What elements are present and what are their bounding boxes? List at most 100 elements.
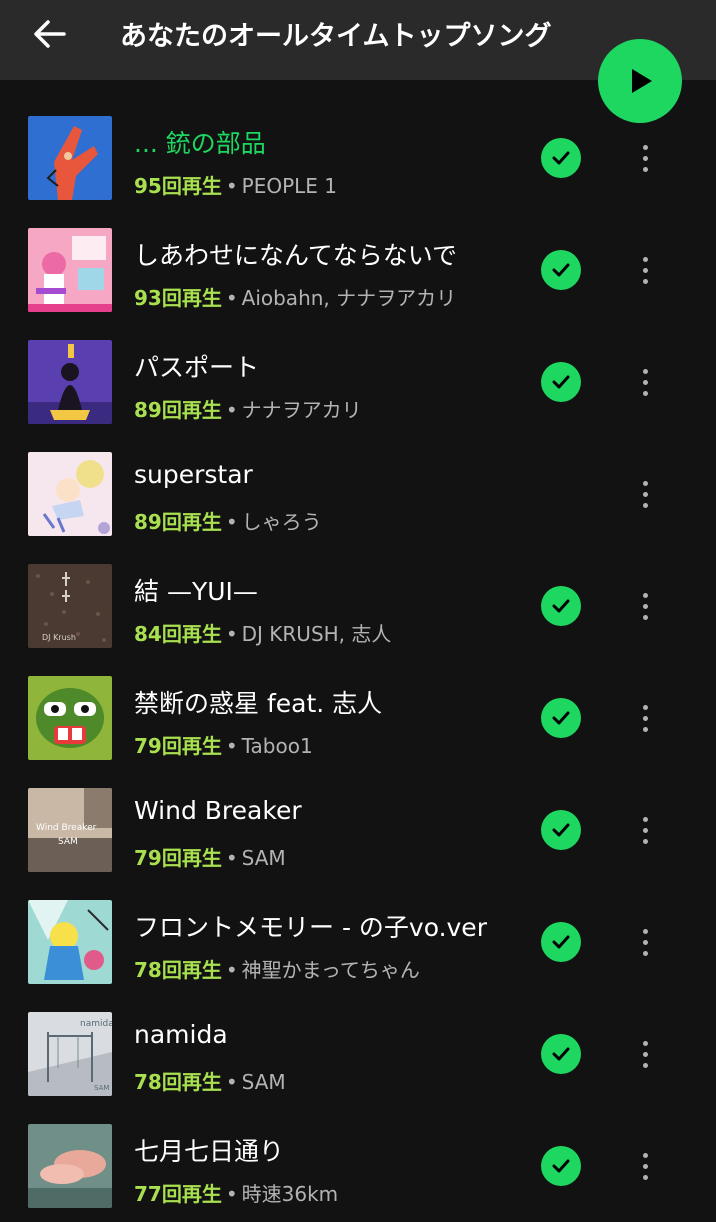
more-options-button[interactable] <box>628 138 662 178</box>
track-title: パスポート <box>134 353 260 382</box>
play-count: 79回再生 <box>134 734 222 758</box>
album-cover <box>28 1124 112 1208</box>
more-vertical-icon <box>642 368 648 374</box>
track-title: 禁断の惑星 feat. 志人 <box>134 689 383 718</box>
track-meta: 78回再生 • SAM <box>134 1066 286 1095</box>
album-cover: namida SAM <box>28 1012 112 1096</box>
more-vertical-icon <box>642 1040 648 1046</box>
track-row[interactable]: Wind Breaker SAM Wind Breaker 79回再生 • SAM <box>0 774 716 886</box>
more-vertical-icon <box>642 592 648 598</box>
check-icon <box>552 711 570 725</box>
play-count: 77回再生 <box>134 1182 222 1206</box>
more-options-button[interactable] <box>628 586 662 626</box>
play-count: 89回再生 <box>134 510 222 534</box>
track-meta: 93回再生 • Aiobahn, ナナヲアカリ <box>134 282 456 311</box>
track-meta: 95回再生 • PEOPLE 1 <box>134 170 337 199</box>
track-artist: SAM <box>241 1070 286 1094</box>
separator-dot: • <box>225 174 238 198</box>
saved-toggle-button[interactable] <box>541 922 581 962</box>
play-icon <box>632 69 652 93</box>
cover-text: Wind Breaker <box>36 823 97 833</box>
check-icon <box>552 823 570 837</box>
cover-text: SAM <box>94 1084 109 1092</box>
more-options-button[interactable] <box>628 1146 662 1186</box>
track-meta: 77回再生 • 時速36km <box>134 1178 338 1207</box>
play-count: 93回再生 <box>134 286 222 310</box>
track-meta: 79回再生 • SAM <box>134 842 286 871</box>
track-row[interactable]: DJ Krush 結 —YUI— 84回再生 • DJ KRUSH, 志人 <box>0 550 716 662</box>
check-icon <box>552 263 570 277</box>
track-title: しあわせになんてならないで <box>134 241 458 270</box>
check-icon <box>552 935 570 949</box>
track-row[interactable]: namida SAM namida 78回再生 • SAM <box>0 998 716 1110</box>
separator-dot: • <box>225 846 238 870</box>
back-button[interactable] <box>28 12 72 56</box>
album-cover <box>28 676 112 760</box>
track-title: superstar <box>134 460 253 489</box>
separator-dot: • <box>225 622 238 646</box>
track-artist: 時速36km <box>241 1182 339 1206</box>
track-meta: 89回再生 • しゃろう <box>134 506 322 535</box>
track-artist: DJ KRUSH, 志人 <box>241 622 392 646</box>
saved-toggle-button[interactable] <box>541 586 581 626</box>
separator-dot: • <box>225 734 238 758</box>
track-title: ... 銃の部品 <box>134 129 266 158</box>
check-icon <box>552 375 570 389</box>
separator-dot: • <box>225 286 238 310</box>
cover-text: DJ Krush <box>42 633 76 642</box>
track-title: フロントメモリー - の子vo.ver <box>134 913 487 942</box>
more-options-button[interactable] <box>628 698 662 738</box>
play-button[interactable] <box>598 39 682 123</box>
play-count: 89回再生 <box>134 398 222 422</box>
track-row[interactable]: パスポート 89回再生 • ナナヲアカリ <box>0 326 716 438</box>
track-row[interactable]: 七月七日通り 77回再生 • 時速36km <box>0 1110 716 1222</box>
play-count: 78回再生 <box>134 958 222 982</box>
saved-toggle-button[interactable] <box>541 810 581 850</box>
more-options-button[interactable] <box>628 922 662 962</box>
play-count: 95回再生 <box>134 174 222 198</box>
more-options-button[interactable] <box>628 810 662 850</box>
more-vertical-icon <box>642 816 648 822</box>
track-row[interactable]: ... 銃の部品 95回再生 • PEOPLE 1 <box>0 102 716 214</box>
more-options-button[interactable] <box>628 1034 662 1074</box>
album-cover: Wind Breaker SAM <box>28 788 112 872</box>
more-options-button[interactable] <box>628 362 662 402</box>
track-title: Wind Breaker <box>134 796 302 825</box>
saved-toggle-button[interactable] <box>541 1146 581 1186</box>
page-title: あなたのオールタイムトップソング <box>120 21 552 52</box>
track-meta: 84回再生 • DJ KRUSH, 志人 <box>134 618 391 647</box>
track-artist: PEOPLE 1 <box>241 174 338 198</box>
track-title: namida <box>134 1020 228 1049</box>
more-options-button[interactable] <box>628 474 662 514</box>
check-icon <box>552 151 570 165</box>
play-count: 78回再生 <box>134 1070 222 1094</box>
track-row[interactable]: フロントメモリー - の子vo.ver 78回再生 • 神聖かまってちゃん <box>0 886 716 998</box>
saved-toggle-button[interactable] <box>541 698 581 738</box>
album-cover <box>28 900 112 984</box>
check-icon <box>552 599 570 613</box>
track-meta: 89回再生 • ナナヲアカリ <box>134 394 362 423</box>
saved-toggle-button[interactable] <box>541 1034 581 1074</box>
track-row[interactable]: 禁断の惑星 feat. 志人 79回再生 • Taboo1 <box>0 662 716 774</box>
track-artist: SAM <box>241 846 286 870</box>
saved-toggle-button[interactable] <box>541 138 581 178</box>
album-cover <box>28 452 112 536</box>
more-vertical-icon <box>642 928 648 934</box>
track-title: 七月七日通り <box>134 1137 285 1166</box>
track-meta: 78回再生 • 神聖かまってちゃん <box>134 954 420 983</box>
album-cover: DJ Krush <box>28 564 112 648</box>
track-row[interactable]: superstar 89回再生 • しゃろう <box>0 438 716 550</box>
more-vertical-icon <box>642 704 648 710</box>
play-count: 84回再生 <box>134 622 222 646</box>
more-vertical-icon <box>642 256 648 262</box>
saved-toggle-button[interactable] <box>541 362 581 402</box>
arrow-left-icon <box>34 20 66 48</box>
track-artist: Aiobahn, ナナヲアカリ <box>241 286 457 310</box>
separator-dot: • <box>225 958 238 982</box>
saved-toggle-button[interactable] <box>541 250 581 290</box>
track-title: 結 —YUI— <box>134 577 258 606</box>
cover-text: namida <box>80 1019 112 1029</box>
album-cover <box>28 340 112 424</box>
more-options-button[interactable] <box>628 250 662 290</box>
track-row[interactable]: しあわせになんてならないで 93回再生 • Aiobahn, ナナヲアカリ <box>0 214 716 326</box>
